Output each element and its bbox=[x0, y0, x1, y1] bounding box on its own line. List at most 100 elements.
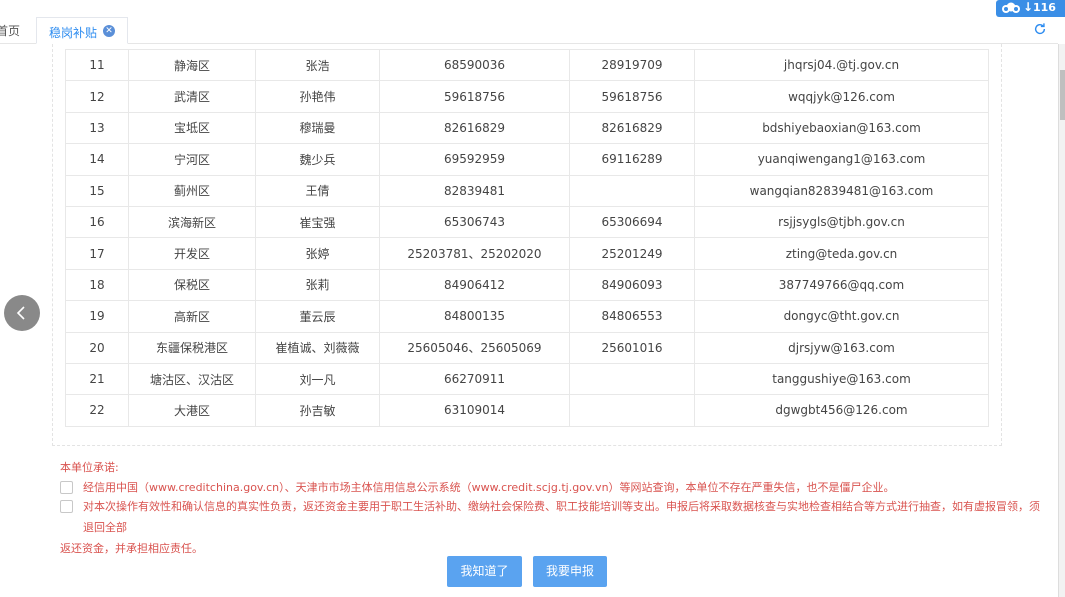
table-row: 21 塘沽区、汉沽区 刘一凡 66270911 tanggushiye@163.com bbox=[65, 362, 989, 396]
cell-phone: 82616829 bbox=[379, 111, 570, 145]
cell-district: 保税区 bbox=[128, 268, 256, 302]
previous-button[interactable] bbox=[4, 295, 40, 331]
table-row: 12 武清区 孙艳伟 59618756 59618756 wqqjyk@126.com bbox=[65, 80, 989, 113]
cell-fax: 69116289 bbox=[569, 143, 695, 176]
cell-district: 开发区 bbox=[128, 237, 256, 270]
tab-bar: 首页 稳岗补贴 ✕ bbox=[0, 0, 1058, 44]
cell-fax: 65306694 bbox=[569, 205, 695, 239]
badge-count: 116 bbox=[1033, 1, 1056, 14]
cell-row-number: 16 bbox=[65, 205, 129, 239]
cell-contact-person: 张浩 bbox=[255, 48, 380, 82]
cell-fax: 84906093 bbox=[569, 268, 695, 302]
scrollbar-thumb[interactable] bbox=[1060, 70, 1065, 120]
cell-email: djrsjyw@163.com bbox=[694, 331, 989, 364]
download-arrow-icon: ↓ bbox=[1023, 0, 1034, 14]
cell-phone: 66270911 bbox=[379, 362, 570, 396]
cell-fax: 82616829 bbox=[569, 111, 695, 145]
cell-phone: 65306743 bbox=[379, 205, 570, 239]
cell-district: 宝坻区 bbox=[128, 111, 256, 145]
cell-email: 387749766@qq.com bbox=[694, 268, 989, 302]
cell-row-number: 14 bbox=[65, 143, 129, 176]
cell-phone: 84800135 bbox=[379, 300, 570, 333]
cell-email: dgwgbt456@126.com bbox=[694, 394, 989, 427]
cell-row-number: 17 bbox=[65, 237, 129, 270]
refresh-icon[interactable] bbox=[1033, 22, 1047, 36]
cell-row-number: 13 bbox=[65, 111, 129, 145]
pledge-item-credit: 经信用中国（www.creditchina.gov.cn）、天津市市场主体信用信… bbox=[60, 477, 1020, 498]
tab-stable-job-subsidy[interactable]: 稳岗补贴 ✕ bbox=[36, 17, 128, 44]
table-row: 11 静海区 张浩 68590036 28919709 jhqrsj04.@tj.gov.… bbox=[65, 48, 989, 82]
cell-district: 塘沽区、汉沽区 bbox=[128, 362, 256, 396]
cell-fax: 28919709 bbox=[569, 48, 695, 82]
cell-district: 宁河区 bbox=[128, 143, 256, 176]
cell-phone: 84906412 bbox=[379, 268, 570, 302]
cell-phone: 82839481 bbox=[379, 174, 570, 207]
tab-home[interactable]: 首页 bbox=[0, 22, 20, 39]
cell-contact-person: 张莉 bbox=[255, 268, 380, 302]
table-row: 14 宁河区 魏少兵 69592959 69116289 yuanqiwengang1@1… bbox=[65, 143, 989, 176]
i-understand-button[interactable]: 我知道了 bbox=[447, 556, 522, 587]
pledge-item-credit-text: 经信用中国（www.creditchina.gov.cn）、天津市市场主体信用信… bbox=[83, 481, 895, 494]
cell-phone: 25605046、25605069 bbox=[379, 331, 570, 364]
cell-contact-person: 崔宝强 bbox=[255, 205, 380, 239]
table-row: 18 保税区 张莉 84906412 84906093 387749766@qq.com bbox=[65, 268, 989, 302]
cell-phone: 68590036 bbox=[379, 48, 570, 82]
cell-phone: 25203781、25202020 bbox=[379, 237, 570, 270]
table-row: 19 高新区 董云辰 84800135 84806553 dongyc@tht.gov.c… bbox=[65, 300, 989, 333]
pledge-credit-checkbox[interactable] bbox=[60, 481, 73, 494]
cell-phone: 63109014 bbox=[379, 394, 570, 427]
cell-fax bbox=[569, 174, 695, 207]
chevron-left-icon bbox=[16, 306, 25, 320]
close-icon[interactable]: ✕ bbox=[103, 25, 115, 37]
cell-district: 静海区 bbox=[128, 48, 256, 82]
cell-fax bbox=[569, 362, 695, 396]
cell-district: 高新区 bbox=[128, 300, 256, 333]
cell-contact-person: 王倩 bbox=[255, 174, 380, 207]
cell-email: wangqian82839481@163.com bbox=[694, 174, 989, 207]
cell-phone: 59618756 bbox=[379, 80, 570, 113]
cell-fax: 25601016 bbox=[569, 331, 695, 364]
cell-email: dongyc@tht.gov.cn bbox=[694, 300, 989, 333]
pledge-responsibility-checkbox[interactable] bbox=[60, 500, 73, 513]
cell-row-number: 12 bbox=[65, 80, 129, 113]
download-badge[interactable]: ↓ 116 bbox=[996, 0, 1065, 17]
tab-label: 稳岗补贴 bbox=[49, 26, 98, 40]
cloud-icon bbox=[1002, 2, 1020, 13]
table-row: 20 东疆保税港区 崔植诚、刘薇薇 25605046、25605069 25601016… bbox=[65, 331, 989, 364]
table-row: 17 开发区 张婷 25203781、25202020 25201249 zting@te… bbox=[65, 237, 989, 270]
cell-contact-person: 穆瑞曼 bbox=[255, 111, 380, 145]
cell-district: 武清区 bbox=[128, 80, 256, 113]
pledge-item-responsibility-text: 对本次操作有效性和确认信息的真实性负责，返还资金主要用于职工生活补助、缴纳社会保… bbox=[83, 500, 1040, 534]
cell-row-number: 19 bbox=[65, 300, 129, 333]
cell-row-number: 11 bbox=[65, 48, 129, 82]
pledge-item-responsibility: 对本次操作有效性和确认信息的真实性负责，返还资金主要用于职工生活补助、缴纳社会保… bbox=[60, 496, 1040, 559]
cell-district: 滨海新区 bbox=[128, 205, 256, 239]
cell-row-number: 21 bbox=[65, 362, 129, 396]
table-row: 15 蓟州区 王倩 82839481 wangqian82839481@163.com bbox=[65, 174, 989, 207]
cell-fax bbox=[569, 394, 695, 427]
cell-phone: 69592959 bbox=[379, 143, 570, 176]
cell-fax: 25201249 bbox=[569, 237, 695, 270]
cell-email: wqqjyk@126.com bbox=[694, 80, 989, 113]
cell-contact-person: 孙吉敏 bbox=[255, 394, 380, 427]
cell-fax: 84806553 bbox=[569, 300, 695, 333]
cell-district: 东疆保税港区 bbox=[128, 331, 256, 364]
scrollbar-track[interactable] bbox=[1058, 44, 1065, 597]
cell-contact-person: 魏少兵 bbox=[255, 143, 380, 176]
cell-district: 大港区 bbox=[128, 394, 256, 427]
cell-contact-person: 孙艳伟 bbox=[255, 80, 380, 113]
apply-button[interactable]: 我要申报 bbox=[533, 556, 607, 587]
cell-row-number: 22 bbox=[65, 394, 129, 427]
cell-contact-person: 崔植诚、刘薇薇 bbox=[255, 331, 380, 364]
cell-row-number: 18 bbox=[65, 268, 129, 302]
cell-contact-person: 刘一凡 bbox=[255, 362, 380, 396]
cell-email: yuanqiwengang1@163.com bbox=[694, 143, 989, 176]
contact-table: 11 静海区 张浩 68590036 28919709 jhqrsj04.@tj.gov.… bbox=[65, 48, 989, 427]
table-row: 22 大港区 孙吉敏 63109014 dgwgbt456@126.com bbox=[65, 394, 989, 427]
cell-contact-person: 张婷 bbox=[255, 237, 380, 270]
table-row: 13 宝坻区 穆瑞曼 82616829 82616829 bdshiyebaoxian@1… bbox=[65, 111, 989, 145]
cell-row-number: 20 bbox=[65, 331, 129, 364]
cell-email: zting@teda.gov.cn bbox=[694, 237, 989, 270]
cell-fax: 59618756 bbox=[569, 80, 695, 113]
cell-email: rsjjsygls@tjbh.gov.cn bbox=[694, 205, 989, 239]
